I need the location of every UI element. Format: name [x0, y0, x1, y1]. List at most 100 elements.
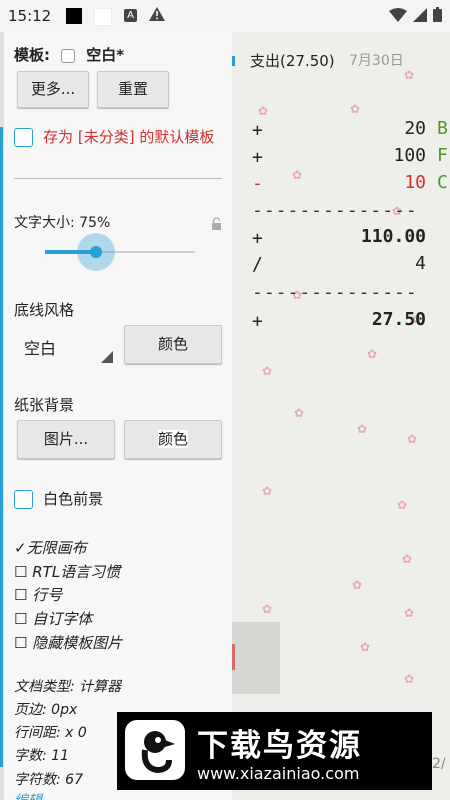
calc-line-2-tag: F — [437, 145, 448, 166]
flower-pattern-icon: ✿ — [357, 422, 368, 436]
lock-icon[interactable] — [211, 215, 222, 234]
flower-pattern-icon: ✿ — [262, 484, 273, 498]
font-size-label: 文字大小: 75% — [14, 215, 111, 231]
option-mark: ☐ — [14, 610, 28, 628]
flower-pattern-icon: ✿ — [404, 68, 415, 82]
word-count-info: 字数: 11 — [14, 748, 69, 764]
notification-black-square-icon — [66, 8, 82, 24]
option-mark: ☐ — [14, 563, 28, 581]
option-label: 行号 — [32, 586, 63, 604]
underline-style-dropdown[interactable]: 空白 — [18, 329, 115, 363]
flower-pattern-icon: ✿ — [294, 406, 305, 420]
calc-line-3-value: 10 — [404, 172, 426, 193]
flower-pattern-icon: ✿ — [292, 168, 303, 182]
flower-pattern-icon: ✿ — [397, 498, 408, 512]
divisor-value: 4 — [415, 253, 426, 274]
calculator-document[interactable]: ✿ ✿ ✿ ✿ ✿ ✿ ✿ ✿ ✿ ✿ ✿ ✿ ✿ ✿ ✿ ✿ ✿ ✿ ✿ ✿ … — [232, 32, 450, 800]
option-label: 隐藏模板图片 — [32, 634, 123, 652]
option-mark: ☐ — [14, 634, 28, 652]
option-infinite-canvas[interactable]: ✓无限画布 — [14, 537, 87, 558]
more-button[interactable]: 更多... — [17, 71, 89, 108]
save-default-label: 存为 [未分类] 的默认模板 — [43, 128, 215, 146]
calc-line-2-op: + — [252, 147, 263, 168]
separator-line-2: -------------- — [252, 282, 418, 303]
option-label: 自订字体 — [32, 610, 93, 628]
calc-line-3-op: - — [252, 173, 263, 194]
paper-color-button[interactable]: 颜色 — [124, 420, 222, 459]
result-op: + — [252, 311, 263, 332]
calc-line-1-op: + — [252, 120, 263, 141]
warning-icon — [148, 6, 166, 26]
flower-pattern-icon: ✿ — [404, 672, 415, 686]
paper-background-label: 纸张背景 — [14, 396, 75, 414]
option-rtl[interactable]: ☐ RTL语言习惯 — [14, 561, 120, 582]
white-foreground-row[interactable]: 白色前景 — [14, 488, 103, 509]
option-label: RTL语言习惯 — [32, 563, 121, 581]
dropdown-arrow-icon — [101, 351, 113, 363]
option-hide-template-image[interactable]: ☐ 隐藏模板图片 — [14, 632, 122, 653]
subtotal-value: 110.00 — [360, 226, 426, 247]
paper-image-label: 图片... — [43, 430, 89, 448]
scroll-thumb-marker — [232, 644, 235, 670]
watermark-banner: 下载鸟资源 www.xiazainiao.com — [117, 712, 432, 790]
template-checkbox[interactable] — [61, 48, 76, 63]
clock: 15:12 — [8, 7, 52, 25]
section-divider — [14, 178, 222, 179]
wifi-icon — [389, 7, 407, 26]
app-notification-icon: A — [124, 9, 137, 22]
margin-info: 页边: 0px — [14, 702, 78, 718]
more-button-label: 更多... — [30, 80, 76, 98]
flower-pattern-icon: ✿ — [258, 104, 269, 118]
page-indicator: 2/ — [432, 756, 446, 772]
edit-link[interactable]: 编辑 — [14, 790, 42, 800]
flower-pattern-icon: ✿ — [404, 606, 415, 620]
calc-line-1-value: 20 — [404, 118, 426, 139]
underline-color-button[interactable]: 颜色 — [124, 325, 222, 364]
subtotal-op: + — [252, 228, 263, 249]
calc-line-2-value: 100 — [393, 145, 426, 166]
watermark-title: 下载鸟资源 — [197, 728, 362, 764]
option-label: 无限画布 — [26, 539, 87, 557]
calc-line-1-tag: B — [437, 118, 448, 139]
option-custom-font[interactable]: ☐ 自订字体 — [14, 608, 92, 629]
scroll-thumb[interactable] — [232, 622, 280, 694]
panel-accent-strip — [0, 32, 4, 800]
notification-white-square-icon — [94, 8, 112, 26]
calc-line-3-tag: C — [437, 172, 448, 193]
underline-style-label: 底线风格 — [14, 301, 75, 319]
line-spacing-info: 行间距: x 0 — [14, 725, 87, 741]
template-row: 模板: 空白* — [14, 44, 124, 65]
flower-pattern-icon: ✿ — [262, 364, 273, 378]
watermark-url: www.xiazainiao.com — [197, 764, 360, 783]
signal-icon — [413, 7, 427, 26]
white-foreground-label: 白色前景 — [43, 490, 104, 508]
white-foreground-checkbox[interactable] — [14, 490, 33, 509]
template-settings-panel: 模板: 空白* 更多... 重置 存为 [未分类] 的默认模板 文字大小: 75… — [0, 32, 232, 800]
option-mark: ✓ — [14, 539, 27, 557]
flower-pattern-icon: ✿ — [360, 640, 371, 654]
document-date: 7月30日 — [349, 53, 404, 69]
status-bar: 15:12 A — [0, 0, 450, 32]
reset-button-label: 重置 — [117, 80, 148, 98]
paper-color-label: 颜色 — [157, 430, 188, 448]
save-default-row[interactable]: 存为 [未分类] 的默认模板 — [14, 126, 214, 147]
underline-style-value: 空白 — [24, 339, 57, 358]
underline-color-label: 颜色 — [157, 335, 188, 353]
reset-button[interactable]: 重置 — [97, 71, 169, 108]
divide-op: / — [252, 254, 263, 275]
save-default-checkbox[interactable] — [14, 128, 33, 147]
flower-pattern-icon: ✿ — [350, 102, 361, 116]
flower-pattern-icon: ✿ — [262, 602, 273, 616]
option-mark: ☐ — [14, 586, 28, 604]
flower-pattern-icon: ✿ — [352, 578, 363, 592]
battery-icon — [433, 7, 442, 26]
font-size-slider-thumb[interactable] — [90, 246, 102, 258]
flower-pattern-icon: ✿ — [367, 347, 378, 361]
paper-image-button[interactable]: 图片... — [17, 420, 115, 459]
char-count-info: 字符数: 67 — [14, 772, 83, 788]
document-title: 支出(27.50) — [250, 52, 335, 70]
option-line-numbers[interactable]: ☐ 行号 — [14, 584, 62, 605]
separator-line-1: -------------- — [252, 200, 418, 221]
panel-accent-bar — [0, 127, 3, 767]
document-tab-marker — [232, 56, 235, 66]
